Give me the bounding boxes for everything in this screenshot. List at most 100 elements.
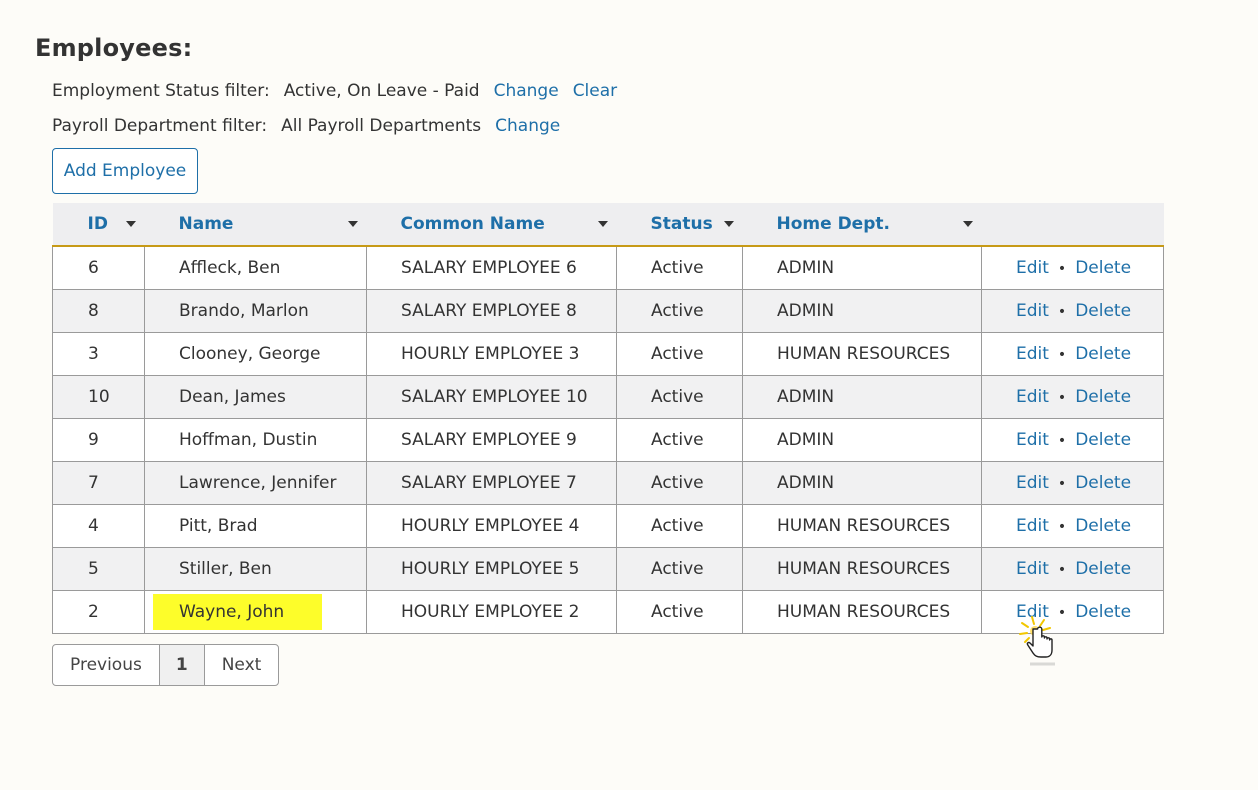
status-filter-clear-link[interactable]: Clear	[573, 81, 617, 101]
cell-id: 4	[52, 503, 145, 548]
cell-id: 7	[52, 460, 145, 505]
column-header-status-label: Status	[650, 214, 713, 234]
cell-status: Active	[616, 417, 743, 462]
cell-status: Active	[616, 245, 743, 290]
cell-name: Brando, Marlon	[144, 288, 367, 333]
column-header-name-label: Name	[178, 214, 234, 234]
status-filter-value: Active, On Leave - Paid	[283, 81, 480, 101]
delete-link[interactable]: Delete	[1075, 430, 1131, 450]
edit-link[interactable]: Edit	[1016, 516, 1049, 536]
delete-link[interactable]: Delete	[1075, 516, 1131, 536]
cell-status: Active	[616, 331, 743, 376]
cell-actions: Edit • Delete	[981, 546, 1164, 591]
column-header-status[interactable]: Status	[616, 203, 743, 247]
cell-id: 6	[52, 245, 145, 290]
separator-dot: •	[1057, 518, 1067, 535]
employee-name: Dean, James	[179, 386, 286, 407]
delete-link[interactable]: Delete	[1075, 473, 1131, 493]
column-header-name[interactable]: Name	[144, 203, 367, 247]
hand-pointer-click-icon	[1019, 616, 1055, 666]
employee-name: Hoffman, Dustin	[179, 429, 318, 450]
sort-caret-icon	[125, 221, 136, 227]
table-header-row: ID Name Common Name Status Home Dept.	[52, 203, 1164, 247]
column-header-common-name-label: Common Name	[400, 214, 545, 234]
cell-common-name: HOURLY EMPLOYEE 4	[366, 503, 617, 548]
cell-common-name: SALARY EMPLOYEE 10	[366, 374, 617, 419]
delete-link[interactable]: Delete	[1075, 559, 1131, 579]
table-row: 9 Hoffman, Dustin SALARY EMPLOYEE 9 Active A…	[52, 417, 1164, 462]
cell-common-name: SALARY EMPLOYEE 8	[366, 288, 617, 333]
cell-common-name: SALARY EMPLOYEE 9	[366, 417, 617, 462]
cell-name: Hoffman, Dustin	[144, 417, 367, 462]
edit-link[interactable]: Edit	[1016, 387, 1049, 407]
table-row: 2 Wayne, John HOURLY EMPLOYEE 2 Active HUMAN…	[52, 589, 1164, 634]
employee-name: Pitt, Brad	[179, 515, 258, 536]
cell-id: 2	[52, 589, 145, 634]
sort-caret-icon	[723, 221, 734, 227]
edit-link[interactable]: Edit	[1016, 430, 1049, 450]
page-title: Employees:	[35, 34, 193, 62]
sort-caret-icon	[597, 221, 608, 227]
cell-actions: Edit • Delete	[981, 245, 1164, 290]
cell-actions: Edit • Delete	[981, 417, 1164, 462]
delete-link[interactable]: Delete	[1075, 344, 1131, 364]
cell-actions: Edit • Delete	[981, 589, 1164, 634]
cell-name: Affleck, Ben	[144, 245, 367, 290]
edit-link[interactable]: Edit	[1016, 559, 1049, 579]
status-filter-label: Employment Status filter:	[52, 81, 270, 101]
cell-common-name: HOURLY EMPLOYEE 5	[366, 546, 617, 591]
delete-link[interactable]: Delete	[1075, 301, 1131, 321]
separator-dot: •	[1057, 432, 1067, 449]
cell-id: 10	[52, 374, 145, 419]
column-header-id[interactable]: ID	[52, 203, 145, 247]
employee-name: Affleck, Ben	[179, 257, 281, 278]
highlighted-name[interactable]: Wayne, John	[153, 593, 323, 630]
table-row: 8 Brando, Marlon SALARY EMPLOYEE 8 Active AD…	[52, 288, 1164, 333]
table-row: 6 Affleck, Ben SALARY EMPLOYEE 6 Active ADMI…	[52, 245, 1164, 290]
cell-status: Active	[616, 589, 743, 634]
payroll-filter-change-link[interactable]: Change	[495, 116, 560, 136]
employee-name: Brando, Marlon	[179, 300, 309, 321]
cell-actions: Edit • Delete	[981, 331, 1164, 376]
cell-home-dept: HUMAN RESOURCES	[742, 331, 982, 376]
cell-common-name: HOURLY EMPLOYEE 2	[366, 589, 617, 634]
cell-name: Stiller, Ben	[144, 546, 367, 591]
cell-status: Active	[616, 460, 743, 505]
cell-name: Clooney, George	[144, 331, 367, 376]
cell-name: Dean, James	[144, 374, 367, 419]
delete-link[interactable]: Delete	[1075, 602, 1131, 622]
table-row: 5 Stiller, Ben HOURLY EMPLOYEE 5 Active HUMA…	[52, 546, 1164, 591]
cell-id: 9	[52, 417, 145, 462]
delete-link[interactable]: Delete	[1075, 258, 1131, 278]
employment-status-filter: Employment Status filter: Active, On Leav…	[52, 81, 617, 101]
cell-home-dept: ADMIN	[742, 460, 982, 505]
edit-link[interactable]: Edit	[1016, 258, 1049, 278]
employee-name: Stiller, Ben	[179, 558, 272, 579]
previous-page-button[interactable]: Previous	[53, 645, 159, 685]
pagination: Previous 1 Next	[52, 644, 280, 686]
cell-common-name: HOURLY EMPLOYEE 3	[366, 331, 617, 376]
cell-name: Wayne, John	[144, 589, 367, 634]
cell-status: Active	[616, 288, 743, 333]
current-page-indicator[interactable]: 1	[158, 645, 205, 685]
table-row: 7 Lawrence, Jennifer SALARY EMPLOYEE 7 Acti…	[52, 460, 1164, 505]
next-page-button[interactable]: Next	[205, 645, 279, 685]
employee-name: Clooney, George	[179, 343, 321, 364]
status-filter-change-link[interactable]: Change	[494, 81, 559, 101]
add-employee-button[interactable]: Add Employee	[52, 148, 198, 194]
edit-link[interactable]: Edit	[1016, 473, 1049, 493]
cell-name: Pitt, Brad	[144, 503, 367, 548]
delete-link[interactable]: Delete	[1075, 387, 1131, 407]
employees-table: ID Name Common Name Status Home Dept. 6 A…	[52, 203, 1164, 634]
column-header-common-name[interactable]: Common Name	[366, 203, 617, 247]
separator-dot: •	[1057, 303, 1067, 320]
sort-caret-icon	[347, 221, 358, 227]
cell-id: 8	[52, 288, 145, 333]
column-header-actions	[981, 203, 1164, 247]
payroll-filter-label: Payroll Department filter:	[52, 116, 268, 136]
edit-link[interactable]: Edit	[1016, 344, 1049, 364]
column-header-home-dept-label: Home Dept.	[776, 214, 890, 234]
separator-dot: •	[1057, 389, 1067, 406]
edit-link[interactable]: Edit	[1016, 301, 1049, 321]
column-header-home-dept[interactable]: Home Dept.	[742, 203, 982, 247]
